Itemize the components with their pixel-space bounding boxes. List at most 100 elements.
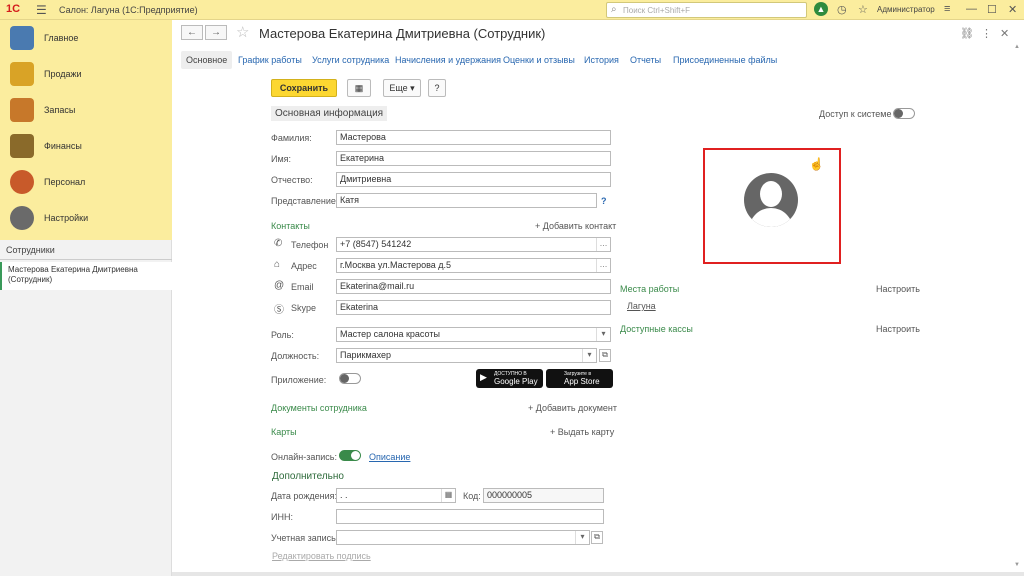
birth-date-field[interactable]: . . ▦ — [336, 488, 456, 503]
search-icon: ⌕ — [611, 4, 617, 15]
scrollbar[interactable]: ▲ ▼ — [1014, 44, 1020, 572]
cash-header[interactable]: Доступные кассы — [620, 324, 693, 334]
issue-card-link[interactable]: + Выдать карту — [550, 427, 614, 437]
display-field[interactable]: Катя — [336, 193, 597, 208]
tab-accruals[interactable]: Начисления и удержания — [395, 55, 501, 65]
maximize-icon[interactable]: ☐ — [987, 3, 997, 16]
address-field[interactable]: г.Москва ул.Мастерова д.5… — [336, 258, 611, 273]
phone-label: Телефон — [291, 240, 329, 250]
cards-header[interactable]: Карты — [271, 427, 297, 437]
open-icon[interactable]: ⧉ — [591, 531, 603, 544]
app-title: Салон: Лагуна (1С:Предприятие) — [59, 5, 198, 15]
sidebar-item-label: Продажи — [44, 69, 82, 79]
tab-files[interactable]: Присоединенные файлы — [673, 55, 777, 65]
sidebar-item-staff[interactable]: Персонал — [0, 164, 172, 200]
tab-reports[interactable]: Отчеты — [630, 55, 661, 65]
sidebar-item-main[interactable]: Главное — [0, 20, 172, 56]
firstname-label: Имя: — [271, 154, 292, 164]
contacts-header[interactable]: Контакты — [271, 221, 310, 231]
sidebar-item-stock[interactable]: Запасы — [0, 92, 172, 128]
code-field[interactable]: 000000005 — [483, 488, 604, 503]
more-button[interactable]: Еще ▾ — [383, 79, 421, 97]
sidebar-item-settings[interactable]: Настройки — [0, 200, 172, 236]
chevron-down-icon[interactable]: ▾ — [575, 531, 589, 544]
tab-reviews[interactable]: Оценки и отзывы — [503, 55, 575, 65]
google-play-badge[interactable]: ▶ ДОСТУПНО В Google Play — [476, 369, 543, 388]
panel-title[interactable]: Сотрудники — [6, 245, 55, 255]
scroll-down-icon[interactable]: ▼ — [1014, 562, 1020, 568]
middlename-field[interactable]: Дмитриевна — [336, 172, 611, 187]
clipboard-icon — [10, 26, 34, 50]
position-label: Должность: — [271, 351, 320, 361]
phone-field[interactable]: +7 (8547) 541242… — [336, 237, 611, 252]
position-select[interactable]: Парикмахер ▾ — [336, 348, 597, 363]
back-button[interactable]: ← — [181, 25, 203, 40]
workplace-link[interactable]: Лагуна — [627, 301, 656, 311]
chevron-down-icon[interactable]: ▾ — [582, 349, 596, 362]
help-button[interactable]: ? — [428, 79, 446, 97]
user-name[interactable]: Администратор — [877, 5, 935, 14]
inn-field[interactable] — [336, 509, 604, 524]
apple-big-text: App Store — [564, 377, 600, 386]
more-icon[interactable]: ⋮ — [981, 27, 992, 40]
tab-main[interactable]: Основное — [181, 51, 233, 69]
app-toggle[interactable] — [339, 373, 361, 384]
tab-schedule[interactable]: График работы — [238, 55, 302, 65]
close-form-icon[interactable]: ✕ — [1000, 27, 1009, 40]
favorites-icon[interactable]: ☆ — [858, 3, 868, 16]
app-store-badge[interactable]: Загрузите в App Store — [546, 369, 613, 388]
tab-history[interactable]: История — [584, 55, 619, 65]
account-select[interactable]: ▾ — [336, 530, 590, 545]
add-document-link[interactable]: + Добавить документ — [528, 403, 617, 413]
access-toggle[interactable] — [893, 108, 915, 119]
avatar-placeholder-icon — [744, 173, 798, 227]
google-big-text: Google Play — [494, 377, 538, 386]
favorite-star-icon[interactable]: ☆ — [236, 23, 249, 41]
close-icon[interactable]: ✕ — [1008, 3, 1017, 16]
open-icon[interactable]: ⧉ — [599, 349, 611, 362]
notifications-icon[interactable]: ▲ — [814, 2, 828, 16]
hand-cursor-icon: ☝ — [809, 157, 824, 171]
page-title: Мастерова Екатерина Дмитриевна (Сотрудни… — [259, 26, 546, 41]
settings-icon[interactable]: ≡ — [944, 3, 950, 15]
add-contact-link[interactable]: + Добавить контакт — [535, 221, 616, 231]
chevron-down-icon[interactable]: ▾ — [596, 328, 610, 341]
workplaces-header[interactable]: Места работы — [620, 284, 679, 294]
save-button[interactable]: Сохранить — [271, 79, 337, 97]
cash-config-link[interactable]: Настроить — [876, 324, 920, 334]
email-label: Email — [291, 282, 314, 292]
history-icon[interactable]: ◷ — [837, 3, 847, 16]
post-button[interactable]: ▦ — [347, 79, 371, 97]
sidebar: Главное Продажи Запасы Финансы Персонал … — [0, 20, 172, 240]
forward-button[interactable]: → — [205, 25, 227, 40]
skype-icon: Ⓢ — [274, 305, 284, 316]
open-window-item[interactable]: Мастерова Екатерина Дмитриевна (Сотрудни… — [0, 262, 172, 290]
address-select-button[interactable]: … — [596, 259, 610, 272]
online-toggle[interactable] — [339, 450, 361, 461]
phone-select-button[interactable]: … — [596, 238, 610, 251]
scroll-up-icon[interactable]: ▲ — [1014, 44, 1020, 50]
role-select[interactable]: Мастер салона красоты ▾ — [336, 327, 611, 342]
role-value: Мастер салона красоты — [340, 329, 440, 339]
link-icon[interactable]: ⛓ — [960, 27, 974, 40]
online-description-link[interactable]: Описание — [369, 452, 410, 462]
help-question-icon[interactable]: ? — [601, 196, 607, 206]
people-icon — [10, 170, 34, 194]
firstname-field[interactable]: Екатерина — [336, 151, 611, 166]
calendar-icon[interactable]: ▦ — [441, 489, 455, 502]
birth-value: . . — [340, 490, 348, 500]
sidebar-item-finance[interactable]: Финансы — [0, 128, 172, 164]
email-field[interactable]: Ekaterina@mail.ru — [336, 279, 611, 294]
workplaces-config-link[interactable]: Настроить — [876, 284, 920, 294]
skype-label: Skype — [291, 303, 317, 313]
lastname-field[interactable]: Мастерова — [336, 130, 611, 145]
skype-field[interactable]: Ekaterina — [336, 300, 611, 315]
search-placeholder: Поиск Ctrl+Shift+F — [623, 6, 691, 15]
documents-header[interactable]: Документы сотрудника — [271, 403, 367, 413]
tab-services[interactable]: Услуги сотрудника — [312, 55, 389, 65]
edit-signature-link[interactable]: Редактировать подпись — [272, 551, 371, 561]
menu-icon[interactable]: ☰ — [36, 3, 47, 17]
search-input[interactable]: ⌕ Поиск Ctrl+Shift+F — [606, 2, 807, 18]
minimize-icon[interactable]: — — [966, 3, 977, 15]
sidebar-item-sales[interactable]: Продажи — [0, 56, 172, 92]
